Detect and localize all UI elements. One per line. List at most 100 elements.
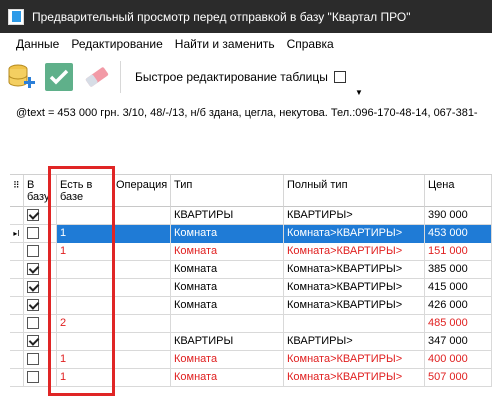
operation-cell[interactable] — [113, 279, 171, 297]
menu-edit[interactable]: Редактирование — [65, 37, 168, 51]
operation-cell[interactable] — [113, 225, 171, 243]
in-db-cell[interactable] — [24, 261, 57, 279]
table-row[interactable]: Комната Комната>КВАРТИРЫ> 415 000 — [10, 279, 492, 297]
full-type-cell[interactable]: КВАРТИРЫ> — [284, 333, 425, 351]
header-exists-in-db[interactable]: Есть в базе — [57, 175, 113, 207]
type-cell[interactable]: Комната — [171, 369, 284, 387]
exists-cell[interactable] — [57, 261, 113, 279]
type-cell[interactable] — [171, 315, 284, 333]
header-full-type[interactable]: Полный тип — [284, 175, 425, 207]
table-row[interactable]: 1 Комната Комната>КВАРТИРЫ> 507 000 — [10, 369, 492, 387]
full-type-cell[interactable] — [284, 315, 425, 333]
in-db-cell[interactable] — [24, 351, 57, 369]
full-type-cell[interactable]: КВАРТИРЫ> — [284, 207, 425, 225]
type-cell[interactable]: Комната — [171, 297, 284, 315]
operation-cell[interactable] — [113, 351, 171, 369]
table-row[interactable]: 2 485 000 — [10, 315, 492, 333]
in-db-checkbox[interactable] — [27, 227, 39, 239]
operation-cell[interactable] — [113, 243, 171, 261]
full-type-cell[interactable]: Комната>КВАРТИРЫ> — [284, 279, 425, 297]
full-type-cell[interactable]: Комната>КВАРТИРЫ> — [284, 225, 425, 243]
header-in-db[interactable]: В базу — [24, 175, 57, 207]
type-cell[interactable]: Комната — [171, 351, 284, 369]
exists-cell[interactable] — [57, 279, 113, 297]
type-cell[interactable]: КВАРТИРЫ — [171, 207, 284, 225]
operation-cell[interactable] — [113, 369, 171, 387]
column-chooser-icon[interactable]: ⠿ — [13, 180, 20, 190]
table-row[interactable]: ▸I 1 Комната Комната>КВАРТИРЫ> 453 000 — [10, 225, 492, 243]
in-db-checkbox[interactable] — [27, 371, 39, 383]
in-db-cell[interactable] — [24, 207, 57, 225]
header-operation[interactable]: Операция — [113, 175, 171, 207]
full-type-cell[interactable]: Комната>КВАРТИРЫ> — [284, 261, 425, 279]
quick-edit-toggle[interactable]: Быстрое редактирование таблицы — [135, 70, 346, 84]
exists-cell[interactable] — [57, 297, 113, 315]
table-row[interactable]: Комната Комната>КВАРТИРЫ> 426 000 — [10, 297, 492, 315]
price-cell[interactable]: 507 000 — [425, 369, 492, 387]
clear-button[interactable] — [80, 60, 114, 94]
price-cell[interactable]: 347 000 — [425, 333, 492, 351]
exists-cell[interactable]: 2 — [57, 315, 113, 333]
in-db-checkbox[interactable] — [27, 299, 39, 311]
type-cell[interactable]: Комната — [171, 243, 284, 261]
in-db-cell[interactable] — [24, 369, 57, 387]
add-to-database-button[interactable] — [4, 60, 38, 94]
table-row[interactable]: КВАРТИРЫ КВАРТИРЫ> 390 000 — [10, 207, 492, 225]
row-indicator — [10, 315, 24, 333]
full-type-cell[interactable]: Комната>КВАРТИРЫ> — [284, 243, 425, 261]
in-db-checkbox[interactable] — [27, 209, 39, 221]
full-type-cell[interactable]: Комната>КВАРТИРЫ> — [284, 351, 425, 369]
menu-data[interactable]: Данные — [0, 37, 65, 51]
price-cell[interactable]: 485 000 — [425, 315, 492, 333]
full-type-cell[interactable]: Комната>КВАРТИРЫ> — [284, 297, 425, 315]
in-db-cell[interactable] — [24, 315, 57, 333]
header-type[interactable]: Тип — [171, 175, 284, 207]
row-indicator — [10, 369, 24, 387]
exists-cell[interactable]: 1 — [57, 225, 113, 243]
price-cell[interactable]: 400 000 — [425, 351, 492, 369]
price-cell[interactable]: 390 000 — [425, 207, 492, 225]
exists-cell[interactable] — [57, 333, 113, 351]
in-db-checkbox[interactable] — [27, 353, 39, 365]
table-row[interactable]: КВАРТИРЫ КВАРТИРЫ> 347 000 — [10, 333, 492, 351]
table-row[interactable]: 1 Комната Комната>КВАРТИРЫ> 151 000 — [10, 243, 492, 261]
menu-help[interactable]: Справка — [281, 37, 340, 51]
menu-find-replace[interactable]: Найти и заменить — [169, 37, 281, 51]
in-db-checkbox[interactable] — [27, 281, 39, 293]
type-cell[interactable]: КВАРТИРЫ — [171, 333, 284, 351]
operation-cell[interactable] — [113, 207, 171, 225]
in-db-checkbox[interactable] — [27, 245, 39, 257]
quick-edit-checkbox[interactable] — [333, 71, 346, 83]
row-indicator-header: ⠿ — [10, 175, 24, 207]
confirm-button[interactable] — [42, 60, 76, 94]
exists-cell[interactable]: 1 — [57, 369, 113, 387]
in-db-checkbox[interactable] — [27, 263, 39, 275]
in-db-cell[interactable] — [24, 225, 57, 243]
price-cell[interactable]: 426 000 — [425, 297, 492, 315]
exists-cell[interactable] — [57, 207, 113, 225]
price-cell[interactable]: 453 000 — [425, 225, 492, 243]
price-cell[interactable]: 151 000 — [425, 243, 492, 261]
price-cell[interactable]: 415 000 — [425, 279, 492, 297]
type-cell[interactable]: Комната — [171, 225, 284, 243]
table-row[interactable]: Комната Комната>КВАРТИРЫ> 385 000 — [10, 261, 492, 279]
type-cell[interactable]: Комната — [171, 279, 284, 297]
header-price[interactable]: Цена — [425, 175, 492, 207]
operation-cell[interactable] — [113, 297, 171, 315]
in-db-cell[interactable] — [24, 333, 57, 351]
in-db-checkbox[interactable] — [27, 335, 39, 347]
type-cell[interactable]: Комната — [171, 261, 284, 279]
in-db-cell[interactable] — [24, 243, 57, 261]
operation-cell[interactable] — [113, 261, 171, 279]
exists-cell[interactable]: 1 — [57, 351, 113, 369]
dropdown-arrow-icon[interactable]: ▼ — [355, 88, 363, 97]
full-type-cell[interactable]: Комната>КВАРТИРЫ> — [284, 369, 425, 387]
operation-cell[interactable] — [113, 315, 171, 333]
in-db-cell[interactable] — [24, 297, 57, 315]
operation-cell[interactable] — [113, 333, 171, 351]
price-cell[interactable]: 385 000 — [425, 261, 492, 279]
in-db-cell[interactable] — [24, 279, 57, 297]
table-row[interactable]: 1 Комната Комната>КВАРТИРЫ> 400 000 — [10, 351, 492, 369]
in-db-checkbox[interactable] — [27, 317, 39, 329]
exists-cell[interactable]: 1 — [57, 243, 113, 261]
